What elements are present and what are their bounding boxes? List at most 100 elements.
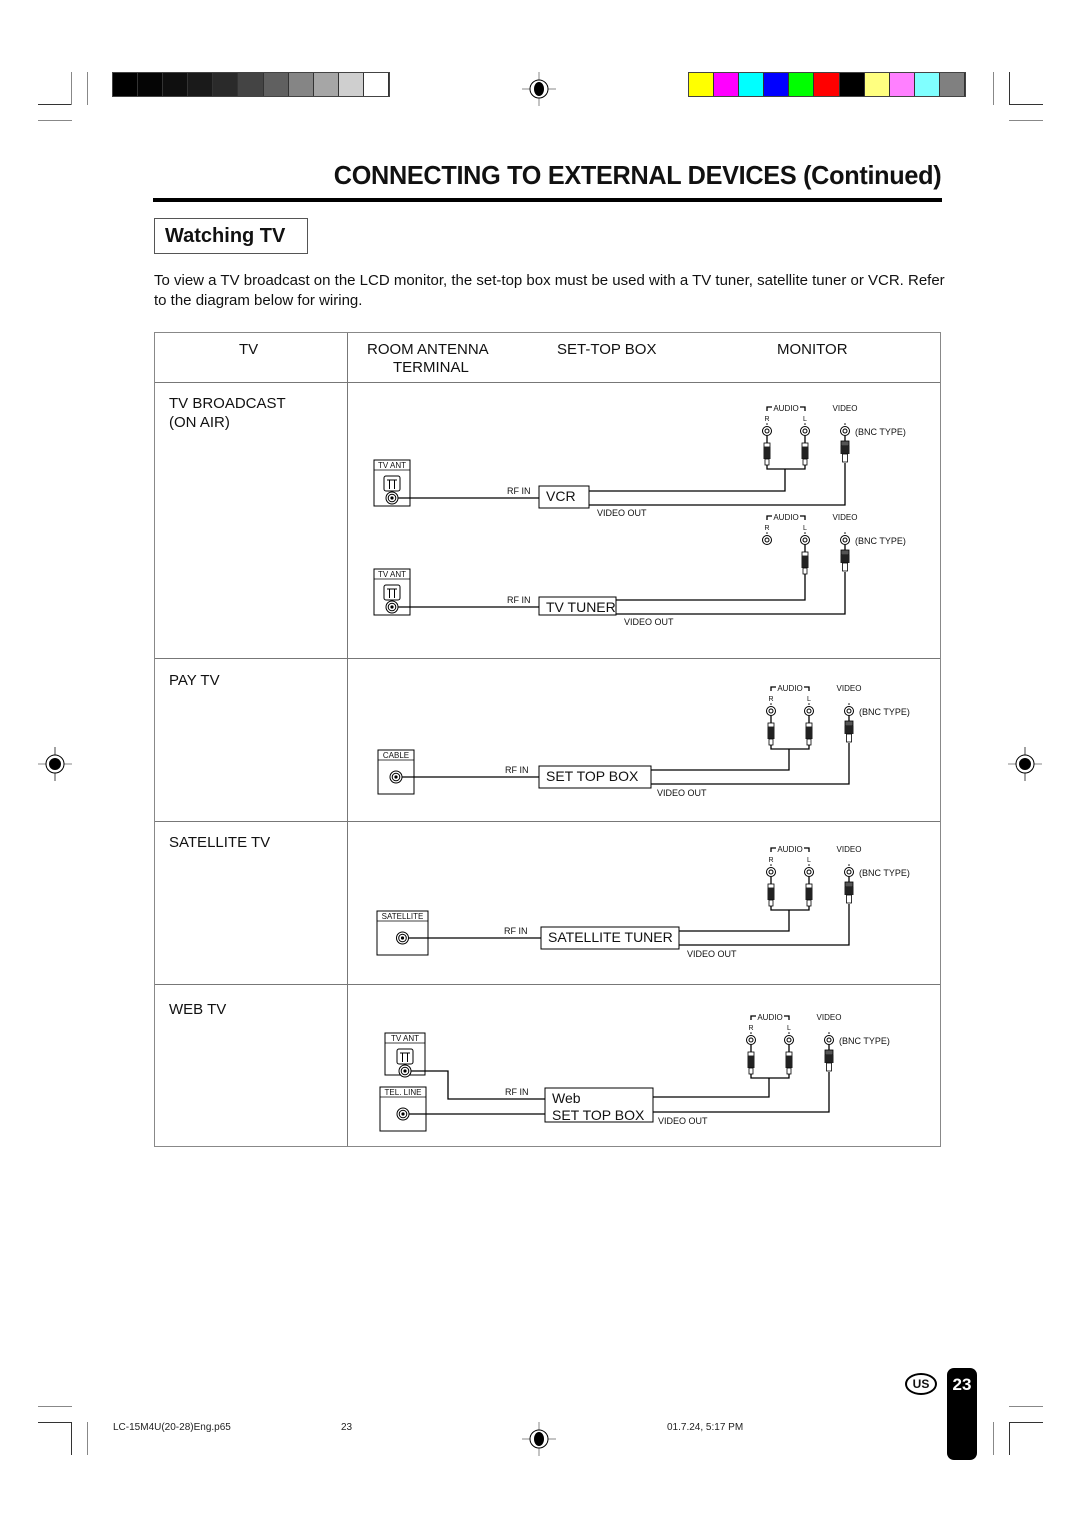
outlet-label: TV ANT	[391, 1034, 419, 1043]
rf-in-label: RF IN	[505, 765, 529, 775]
rca-plug-icon	[763, 442, 771, 466]
video-label: VIDEO	[833, 513, 858, 522]
outlet-label: TV ANT	[378, 461, 406, 470]
rca-plug-icon	[747, 1051, 755, 1075]
audio-cable	[770, 745, 810, 750]
dot	[750, 1032, 752, 1034]
rf-in-label: RF IN	[505, 1087, 529, 1097]
audio-l-jack-icon	[800, 426, 810, 436]
audio-label: AUDIO	[773, 513, 798, 522]
dot	[848, 703, 850, 705]
bnc-type-label: (BNC TYPE)	[855, 427, 906, 437]
dot	[808, 703, 810, 705]
video-bnc-jack-icon	[840, 426, 850, 436]
video-label: VIDEO	[837, 684, 862, 693]
audio-cable	[616, 574, 806, 601]
video-bnc-jack-icon	[844, 706, 854, 716]
coax-connector-icon	[389, 770, 403, 784]
audio-bracket	[800, 406, 806, 411]
audio-bracket	[804, 847, 810, 852]
vcr-box-label: VCR	[546, 488, 576, 504]
r-label: R	[768, 857, 773, 864]
video-label: VIDEO	[833, 404, 858, 413]
dot	[808, 864, 810, 866]
audio-r-jack-icon	[766, 867, 776, 877]
audio-cable	[679, 910, 790, 932]
dot	[804, 423, 806, 425]
dot	[766, 532, 768, 534]
l-label: L	[807, 857, 811, 864]
video-bnc-jack-icon	[824, 1035, 834, 1045]
rf-in-label: RF IN	[504, 926, 528, 936]
audio-label: AUDIO	[773, 404, 798, 413]
coax-connector-icon	[396, 931, 409, 945]
dot	[844, 423, 846, 425]
page-number: 23	[952, 1375, 972, 1394]
bnc-type-label: (BNC TYPE)	[839, 1036, 890, 1046]
audio-bracket	[766, 515, 772, 520]
audio-l-jack-icon	[804, 867, 814, 877]
rca-plug-icon	[785, 1051, 793, 1075]
l-label: L	[803, 525, 807, 532]
bnc-type-label: (BNC TYPE)	[859, 868, 910, 878]
satellite-tuner-box-label: SATELLITE TUNER	[548, 929, 673, 945]
outlet-label: TV ANT	[378, 570, 406, 579]
audio-label: AUDIO	[777, 845, 802, 854]
outlet-label: TEL. LINE	[385, 1088, 422, 1097]
video-out-label: VIDEO OUT	[657, 788, 707, 798]
l-label: L	[803, 416, 807, 423]
bnc-plug-icon	[840, 549, 850, 572]
video-cable	[589, 463, 846, 506]
rca-plug-icon	[805, 722, 813, 746]
audio-bracket	[750, 1015, 756, 1020]
footer-file-page: 23	[341, 1422, 353, 1433]
audio-bracket	[770, 847, 776, 852]
tv-tuner-box-label: TV TUNER	[546, 599, 616, 615]
audio-r-jack-icon	[766, 706, 776, 716]
l-label: L	[787, 1025, 791, 1032]
audio-l-jack-icon	[804, 706, 814, 716]
video-label: VIDEO	[837, 845, 862, 854]
video-bnc-jack-icon	[844, 867, 854, 877]
outlet-label: SATELLITE	[382, 912, 424, 921]
bnc-plug-icon	[840, 440, 850, 463]
audio-cable	[766, 465, 806, 470]
rca-plug-icon	[767, 722, 775, 746]
r-label: R	[768, 696, 773, 703]
audio-bracket	[784, 1015, 790, 1020]
audio-bracket	[804, 686, 810, 691]
video-bnc-jack-icon	[840, 535, 850, 545]
rf-in-label: RF IN	[507, 595, 531, 605]
video-out-label: VIDEO OUT	[658, 1116, 708, 1126]
audio-cable	[750, 1074, 790, 1079]
audio-l-jack-icon	[784, 1035, 794, 1045]
audio-l-jack-icon	[800, 535, 810, 545]
bnc-type-label: (BNC TYPE)	[855, 536, 906, 546]
coax-connector-icon	[385, 600, 399, 614]
r-label: R	[764, 525, 769, 532]
audio-r-jack-icon	[762, 535, 772, 545]
web-set-top-box-label: SET TOP BOX	[552, 1107, 645, 1123]
l-label: L	[807, 696, 811, 703]
dot	[804, 532, 806, 534]
wiring-diagrams: AUDIO VIDEO R L (BNC TYPE) TV ANT RF IN VCR VIDE…	[373, 404, 910, 1132]
rca-plug-icon	[805, 883, 813, 907]
rca-plug-icon	[801, 551, 809, 575]
bnc-type-label: (BNC TYPE)	[859, 707, 910, 717]
bnc-plug-icon	[844, 881, 854, 904]
footer-timestamp: 01.7.24, 5:17 PM	[667, 1422, 744, 1433]
set-top-box-label: SET TOP BOX	[546, 768, 639, 784]
video-out-label: VIDEO OUT	[687, 949, 737, 959]
rca-plug-icon	[801, 442, 809, 466]
audio-cable	[589, 469, 786, 492]
web-set-top-box-label: Web	[552, 1090, 581, 1106]
audio-r-jack-icon	[762, 426, 772, 436]
antenna-symbol-icon	[383, 584, 401, 601]
rca-plug-icon	[767, 883, 775, 907]
dot	[770, 864, 772, 866]
page-number-tab: 23	[947, 1368, 977, 1460]
dot	[848, 864, 850, 866]
footer-file-name: LC-15M4U(20-28)Eng.p65	[113, 1422, 231, 1433]
bnc-plug-icon	[824, 1049, 834, 1072]
video-cable	[679, 904, 850, 946]
